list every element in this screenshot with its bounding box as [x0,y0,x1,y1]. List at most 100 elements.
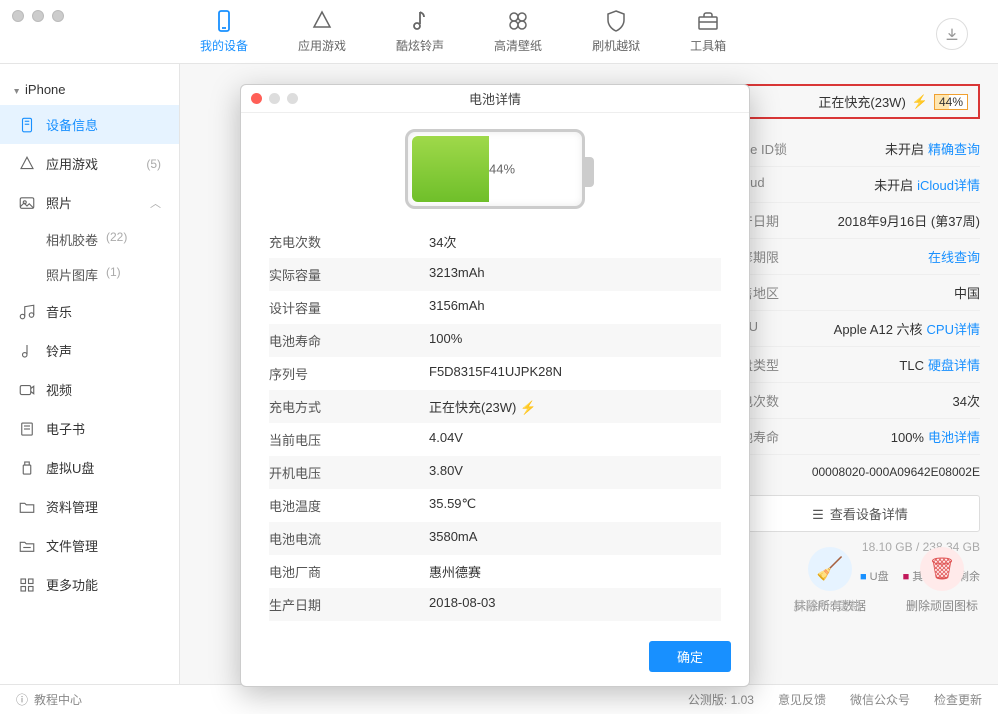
detail-label: 序列号 [269,364,429,383]
sidebar-item-apps[interactable]: 应用游戏 (5) [0,144,179,183]
sidebar-item-ringtones[interactable]: 铃声 [0,331,179,370]
zoom-dot[interactable] [52,10,64,22]
close-icon[interactable] [251,93,262,104]
charging-status-badge: 正在快充(23W) ⚡ 44% [740,84,980,119]
battery-details-dialog: 电池详情 44% 充电次数34次实际容量3213mAh设计容量3156mAh电池… [240,84,750,687]
device-info-panel: 正在快充(23W) ⚡ 44% ple ID锁未开启精确查询loud未开启iCl… [740,84,980,584]
detail-row: 设计容量3156mAh [269,291,721,324]
shield-icon [604,9,628,33]
detail-value: 35.59℃ [429,496,476,515]
bolt-icon: ⚡ [912,94,928,110]
tutorial-link[interactable]: 教程中心 [34,691,82,708]
video-icon [18,381,36,399]
info-link[interactable]: 在线查询 [928,250,980,265]
detail-value: 100% [429,331,462,350]
info-link[interactable]: CPU详情 [927,322,980,337]
info-value: 34次 [953,391,980,410]
footer-bar: ⓘ 教程中心 公测版: 1.03 意见反馈 微信公众号 检查更新 [0,684,998,714]
ecid-value: 00008020-000A09642E08002E [740,455,980,489]
info-link[interactable]: 电池详情 [928,430,980,445]
sidebar-item-photos[interactable]: 照片 ︿ [0,183,179,222]
detail-value: 3580mA [429,529,477,548]
sidebar-count: (5) [146,157,161,171]
sidebar: iPhone 设备信息 应用游戏 (5) 照片 ︿ 相机胶卷 (22) 照片图库… [0,64,180,684]
detail-label: 开机电压 [269,463,429,482]
tab-wallpaper[interactable]: 高清壁纸 [494,9,542,54]
sidebar-sub-photo-library[interactable]: 照片图库 (1) [0,257,179,292]
sidebar-item-ebooks[interactable]: 电子书 [0,409,179,448]
brush-icon: 🧹 [808,547,852,591]
sidebar-sub-camera-roll[interactable]: 相机胶卷 (22) [0,222,179,257]
info-row: 售地区中国 [740,275,980,311]
feedback-link[interactable]: 意见反馈 [778,691,826,708]
detail-value: 3213mAh [429,265,485,284]
detail-value: 4.04V [429,430,463,449]
info-value: 中国 [954,283,980,302]
grey-action: 屏蔽iOS更新 [793,597,861,614]
info-icon [18,116,36,134]
info-link[interactable]: 精确查询 [928,142,980,157]
sidebar-item-video[interactable]: 视频 [0,370,179,409]
sidebar-item-label: 相机胶卷 [46,230,98,249]
detail-value: 3156mAh [429,298,485,317]
download-button[interactable] [936,18,968,50]
detail-label: 设计容量 [269,298,429,317]
detail-value: 惠州德赛 [429,562,481,581]
sidebar-item-music[interactable]: 音乐 [0,292,179,331]
tab-ringtones[interactable]: 酷炫铃声 [396,9,444,54]
minimize-dot[interactable] [32,10,44,22]
sidebar-item-file-mgmt[interactable]: 文件管理 [0,526,179,565]
delete-icons-button[interactable]: 🗑 删除顽固图标 [906,547,978,614]
detail-label: 电池温度 [269,496,429,515]
sidebar-item-usb[interactable]: 虚拟U盘 [0,448,179,487]
info-link[interactable]: 硬盘详情 [928,358,980,373]
list-icon: ☰ [812,507,824,522]
info-row: loud未开启iCloud详情 [740,167,980,203]
sidebar-item-device-info[interactable]: 设备信息 [0,105,179,144]
apps-icon [18,155,36,173]
sidebar-item-more[interactable]: 更多功能 [0,565,179,604]
music-note-icon [408,9,432,33]
info-value: 100%电池详情 [891,427,980,446]
tab-label: 高清壁纸 [494,37,542,54]
battery-percent-label: 44% [489,162,515,177]
sidebar-item-data-mgmt[interactable]: 资料管理 [0,487,179,526]
check-update-link[interactable]: 检查更新 [934,691,982,708]
wechat-link[interactable]: 微信公众号 [850,691,910,708]
info-row: 池寿命100%电池详情 [740,419,980,455]
sidebar-item-label: 资料管理 [46,497,98,516]
info-row: 修期限在线查询 [740,239,980,275]
tab-jailbreak[interactable]: 刷机越狱 [592,9,640,54]
music-icon [18,303,36,321]
detail-value: 2018-08-03 [429,595,496,614]
tab-toolbox[interactable]: 工具箱 [690,9,726,54]
detail-label: 电池厂商 [269,562,429,581]
help-icon[interactable]: ⓘ [16,691,28,708]
bolt-icon: ⚡ [520,400,536,415]
detail-value: F5D8315F41UJPK28N [429,364,562,383]
detail-row: 电池温度35.59℃ [269,489,721,522]
tab-label: 酷炫铃声 [396,37,444,54]
tab-my-device[interactable]: 我的设备 [200,9,248,54]
info-row: ple ID锁未开启精确查询 [740,131,980,167]
window-traffic-lights[interactable] [12,10,64,22]
info-value: Apple A12 六核CPU详情 [834,319,980,338]
close-dot[interactable] [12,10,24,22]
info-value: 在线查询 [924,247,980,266]
detail-label: 充电次数 [269,232,429,251]
info-row: 电次数34次 [740,383,980,419]
ok-button[interactable]: 确定 [649,641,731,672]
sidebar-count: (22) [106,230,127,249]
sidebar-device-header[interactable]: iPhone [0,74,179,105]
detail-row: 开机电压3.80V [269,456,721,489]
charging-text: 正在快充(23W) [818,92,905,111]
view-device-details-button[interactable]: ☰查看设备详情 [740,495,980,532]
info-link[interactable]: iCloud详情 [917,178,980,193]
sidebar-item-label: 更多功能 [46,575,98,594]
sidebar-item-label: 应用游戏 [46,154,98,173]
sidebar-item-label: 电子书 [46,419,85,438]
sidebar-item-label: 虚拟U盘 [46,458,94,477]
info-row: 产日期2018年9月16日 (第37周) [740,203,980,239]
dialog-traffic-lights[interactable] [251,93,298,104]
tab-apps[interactable]: 应用游戏 [298,9,346,54]
